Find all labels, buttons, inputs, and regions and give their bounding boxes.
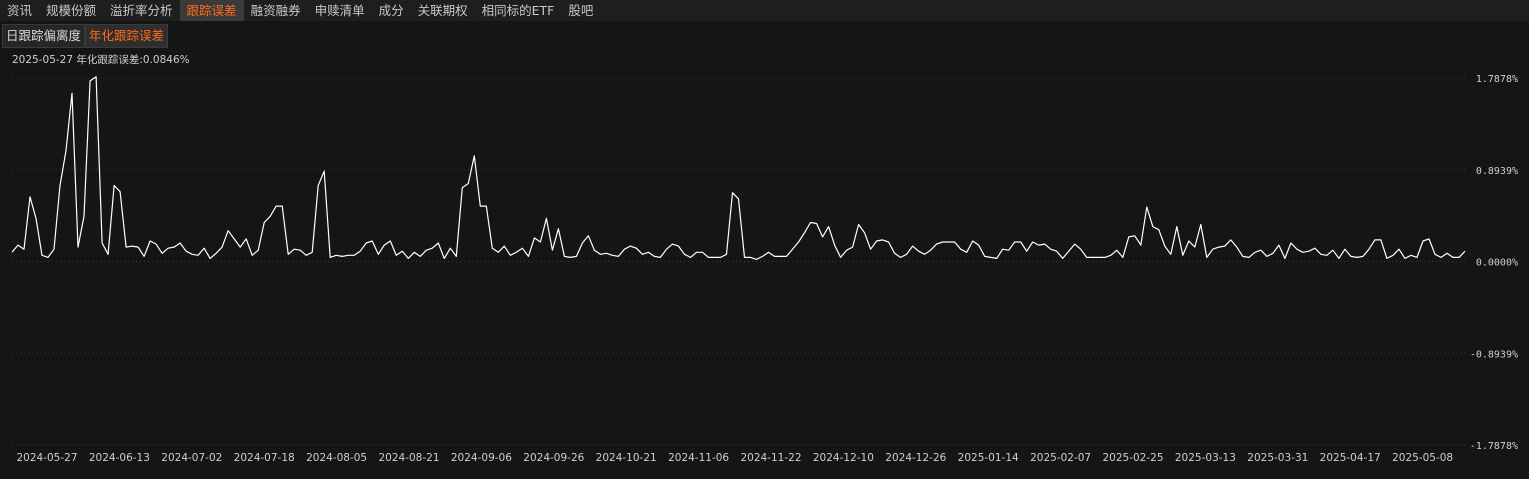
x-tick-label-9: 2024-11-06 (668, 452, 729, 464)
x-tick-label-15: 2025-02-25 (1102, 452, 1163, 464)
x-tick-label-16: 2025-03-13 (1175, 452, 1236, 464)
tracking-error-line-chart[interactable]: 1.7878% 0.8939% 0.0000% -0.8939% -1.7878% 202… (0, 0, 1529, 479)
x-tick-label-4: 2024-08-05 (306, 452, 367, 464)
x-tick-label-13: 2025-01-14 (958, 452, 1019, 464)
y-tick-label-4: -1.7878% (1470, 441, 1518, 452)
x-tick-label-7: 2024-09-26 (523, 452, 584, 464)
series-line (11, 76, 1466, 260)
y-tick-label-1: 0.8939% (1476, 166, 1518, 177)
x-tick-label-5: 2024-08-21 (378, 452, 439, 464)
x-tick-label-11: 2024-12-10 (813, 452, 874, 464)
x-tick-label-6: 2024-09-06 (451, 452, 512, 464)
x-tick-label-0: 2024-05-27 (16, 452, 77, 464)
y-tick-label-0: 1.7878% (1476, 74, 1518, 85)
x-tick-label-8: 2024-10-21 (596, 452, 657, 464)
x-tick-label-19: 2025-05-08 (1392, 452, 1453, 464)
x-tick-label-18: 2025-04-17 (1320, 452, 1381, 464)
y-tick-label-3: -0.8939% (1470, 349, 1518, 360)
x-tick-label-3: 2024-07-18 (234, 452, 295, 464)
x-tick-label-14: 2025-02-07 (1030, 452, 1091, 464)
x-tick-label-2: 2024-07-02 (161, 452, 222, 464)
x-tick-label-1: 2024-06-13 (89, 452, 150, 464)
x-tick-label-12: 2024-12-26 (885, 452, 946, 464)
y-tick-label-2: 0.0000% (1476, 258, 1518, 269)
x-tick-label-17: 2025-03-31 (1247, 452, 1308, 464)
x-tick-label-10: 2024-11-22 (740, 452, 801, 464)
